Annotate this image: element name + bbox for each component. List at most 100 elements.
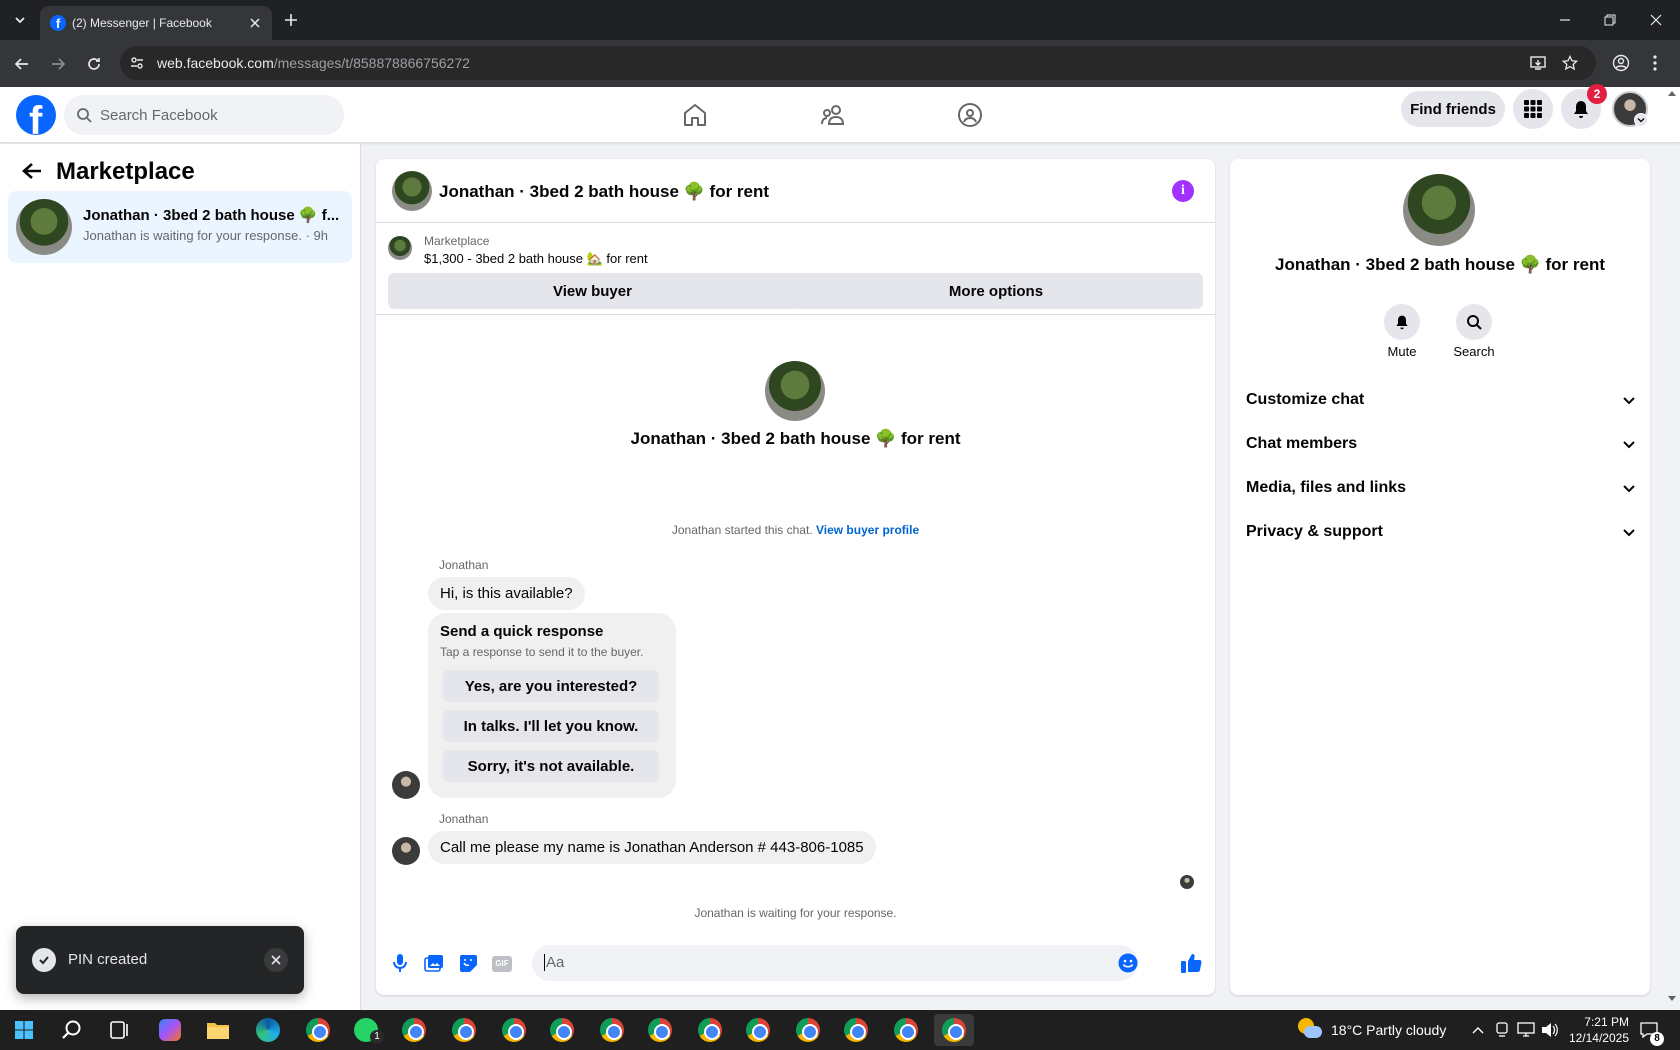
gif-icon[interactable]: GIF [492,956,512,972]
profile-icon[interactable] [1612,54,1630,72]
find-friends-button[interactable]: Find friends [1401,91,1505,127]
media-files-links-section[interactable]: Media, files and links [1246,470,1636,506]
info-icon[interactable]: i [1172,180,1194,202]
listing-avatar[interactable] [392,171,432,211]
chrome-icon [600,1018,624,1042]
chat-members-section[interactable]: Chat members [1246,426,1636,462]
mute-button[interactable] [1384,304,1420,340]
photo-icon[interactable] [424,954,444,972]
tab-search-button[interactable] [10,10,30,30]
url-path: /messages/t/858878866756272 [273,55,470,71]
friends-icon[interactable] [820,102,846,128]
chrome-button[interactable] [298,1014,338,1046]
chrome-icon [698,1018,722,1042]
sender-avatar[interactable] [392,837,420,865]
chrome-button[interactable] [542,1014,582,1046]
view-buyer-button[interactable]: View buyer [388,273,797,309]
weather-text[interactable]: 18°C Partly cloudy [1331,1022,1446,1038]
volume-icon[interactable] [1541,1022,1559,1038]
chevron-down-icon [1623,485,1635,493]
sticker-icon[interactable] [459,954,478,973]
chrome-button[interactable] [640,1014,680,1046]
conversation-item[interactable]: Jonathan · 3bed 2 bath house 🌳 f... Jona… [8,191,352,263]
message-bubble[interactable]: Hi, is this available? [428,577,585,610]
message-input[interactable]: Aa [532,945,1138,981]
chrome-button[interactable] [788,1014,828,1046]
scroll-up-icon[interactable] [1668,90,1676,96]
message-bubble[interactable]: Call me please my name is Jonathan Ander… [428,831,876,864]
chrome-button[interactable] [394,1014,434,1046]
time-text: 7:21 PM [1584,1015,1629,1029]
back-arrow-icon[interactable] [22,162,42,180]
bookmark-star-icon[interactable] [1562,55,1578,71]
chat-window: Jonathan · 3bed 2 bath house 🌳 for rent … [376,159,1215,995]
quick-response-button[interactable]: In talks. I'll let you know. [443,710,659,742]
address-bar[interactable]: web.facebook.com/messages/t/858878866756… [120,46,1596,80]
reload-icon[interactable] [86,56,102,72]
windows-logo-icon [15,1021,33,1039]
close-icon[interactable] [250,18,260,28]
search-in-chat-button[interactable] [1456,304,1492,340]
microphone-icon[interactable] [392,953,408,973]
menu-button[interactable] [1513,89,1553,129]
toast-close-button[interactable] [264,948,288,972]
home-icon[interactable] [682,102,708,128]
scroll-down-icon[interactable] [1668,996,1676,1002]
chrome-button[interactable] [494,1014,534,1046]
meet-now-icon[interactable] [1495,1022,1509,1038]
browser-tab[interactable]: f (2) Messenger | Facebook [40,6,272,40]
privacy-support-section[interactable]: Privacy & support [1246,514,1636,550]
chrome-button-active[interactable] [934,1014,974,1046]
task-view-button[interactable] [100,1014,140,1046]
listing-avatar [1403,174,1475,246]
chrome-button[interactable] [592,1014,632,1046]
windows-taskbar: 1 18°C Partly cloudy 7:21 PM 12/14/2025 … [0,1010,1680,1050]
menu-dots-icon[interactable] [1652,54,1658,72]
clock[interactable]: 7:21 PM 12/14/2025 [1567,1014,1629,1046]
chrome-button[interactable] [836,1014,876,1046]
chrome-icon [746,1018,770,1042]
emoji-icon[interactable] [1118,953,1138,973]
grid-menu-icon [1524,100,1542,118]
network-icon[interactable] [1517,1022,1535,1038]
install-app-icon[interactable] [1530,55,1546,71]
chrome-icon [844,1018,868,1042]
window-close-icon[interactable] [1650,14,1662,26]
chrome-button[interactable] [738,1014,778,1046]
section-label: Privacy & support [1246,523,1383,540]
chrome-icon [942,1018,966,1042]
forward-arrow-icon[interactable] [50,56,66,72]
back-arrow-icon[interactable] [14,56,30,72]
chrome-button[interactable] [886,1014,926,1046]
view-buyer-profile-link[interactable]: View buyer profile [816,523,919,537]
message-placeholder: Aa [544,954,565,971]
more-options-button[interactable]: More options [789,273,1203,309]
minimize-icon[interactable] [1559,14,1571,26]
weather-icon[interactable] [1298,1018,1322,1042]
chrome-button[interactable] [444,1014,484,1046]
file-explorer-button[interactable] [198,1014,238,1046]
quick-response-button[interactable]: Yes, are you interested? [443,670,659,702]
chevron-up-icon[interactable] [1472,1026,1484,1034]
restore-icon[interactable] [1604,14,1616,26]
edge-button[interactable] [248,1014,288,1046]
site-settings-icon[interactable] [130,56,144,70]
intro-title: Jonathan · 3bed 2 bath house 🌳 for rent [630,429,961,448]
quick-response-button[interactable]: Sorry, it's not available. [443,750,659,782]
search-facebook-input[interactable]: Search Facebook [64,95,344,135]
chat-title[interactable]: Jonathan · 3bed 2 bath house 🌳 for rent [439,182,769,202]
bell-icon [1396,315,1408,330]
like-thumb-icon[interactable] [1180,952,1202,974]
sender-avatar[interactable] [392,771,420,799]
groups-icon[interactable] [957,102,983,128]
facebook-logo-icon[interactable]: f [16,95,56,135]
customize-chat-section[interactable]: Customize chat [1246,382,1636,418]
new-tab-icon[interactable] [284,13,298,27]
url-host: web.facebook.com [157,55,274,71]
start-button[interactable] [4,1014,44,1046]
copilot-button[interactable] [150,1014,190,1046]
taskbar-search-button[interactable] [52,1014,92,1046]
chrome-button[interactable] [690,1014,730,1046]
account-menu-button[interactable] [1634,113,1648,127]
chrome-icon [648,1018,672,1042]
